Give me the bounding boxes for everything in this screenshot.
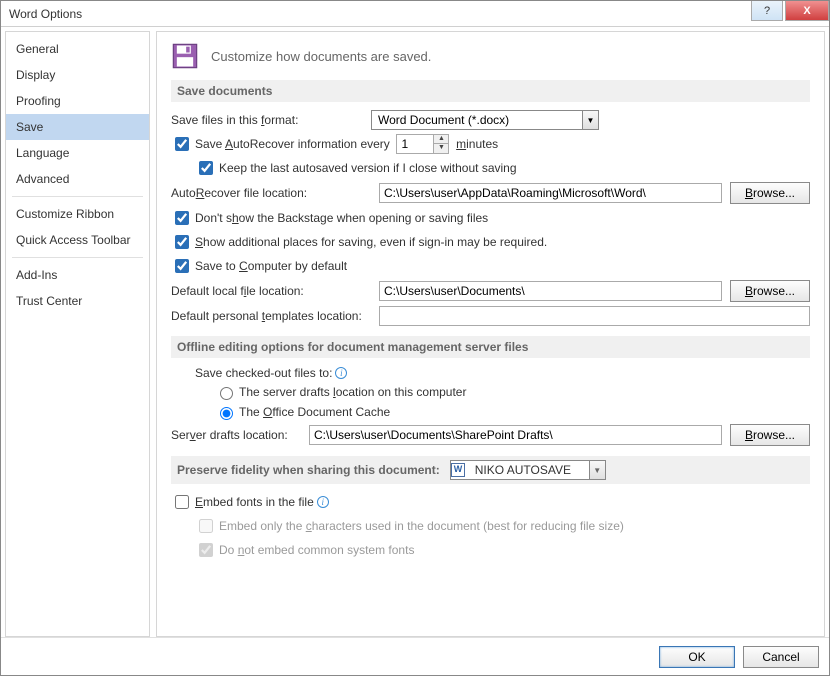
minutes-label: minutes <box>456 137 498 151</box>
show-additional-checkbox[interactable] <box>175 235 189 249</box>
server-drafts-location-label: Server drafts location: <box>171 428 301 442</box>
row-autorecover-location: AutoRecover file location: Browse... <box>171 182 810 204</box>
save-icon <box>171 42 199 70</box>
autorecover-minutes-spinner[interactable]: ▲ ▼ <box>396 134 449 154</box>
header-description: Customize how documents are saved. <box>211 49 431 64</box>
preserve-doc-combo[interactable]: NIKO AUTOSAVE ▼ <box>450 460 606 480</box>
autorecover-checkbox[interactable] <box>175 137 189 151</box>
embed-only-checkbox <box>199 519 213 533</box>
sidebar-item-proofing[interactable]: Proofing <box>6 88 149 114</box>
dont-show-backstage-label: Don't show the Backstage when opening or… <box>195 211 488 225</box>
no-embed-common-label: Do not embed common system fonts <box>219 543 414 557</box>
sidebar: General Display Proofing Save Language A… <box>5 31 150 637</box>
save-computer-checkbox[interactable] <box>175 259 189 273</box>
save-format-combo[interactable]: Word Document (*.docx) ▼ <box>371 110 599 130</box>
sidebar-item-qat[interactable]: Quick Access Toolbar <box>6 227 149 253</box>
server-drafts-radio[interactable] <box>220 387 233 400</box>
default-local-input[interactable] <box>379 281 722 301</box>
autorecover-minutes-input[interactable] <box>396 134 434 154</box>
save-format-label: Save files in this format: <box>171 113 371 127</box>
row-default-local: Default local file location: Browse... <box>171 280 810 302</box>
row-embed-fonts: Embed fonts in the file i <box>171 492 810 512</box>
sidebar-item-display[interactable]: Display <box>6 62 149 88</box>
chevron-down-icon: ▼ <box>582 111 598 129</box>
header: Customize how documents are saved. <box>171 42 810 70</box>
section-preserve: Preserve fidelity when sharing this docu… <box>171 456 810 484</box>
sidebar-separator <box>12 196 143 197</box>
sidebar-item-trust-center[interactable]: Trust Center <box>6 288 149 314</box>
default-local-browse-button[interactable]: Browse... <box>730 280 810 302</box>
embed-fonts-label: Embed fonts in the file <box>195 495 314 509</box>
row-autorecover: Save AutoRecover information every ▲ ▼ m… <box>171 134 810 154</box>
office-cache-radio[interactable] <box>220 407 233 420</box>
row-save-computer: Save to Computer by default <box>171 256 810 276</box>
cancel-button[interactable]: Cancel <box>743 646 819 668</box>
titlebar: Word Options ? X <box>1 1 829 27</box>
window: Word Options ? X General Display Proofin… <box>0 0 830 676</box>
keep-last-label: Keep the last autosaved version if I clo… <box>219 161 517 175</box>
footer: OK Cancel <box>1 637 829 675</box>
server-drafts-label: The server drafts location on this compu… <box>239 385 466 399</box>
help-button[interactable]: ? <box>751 1 783 21</box>
sidebar-item-save[interactable]: Save <box>6 114 149 140</box>
spinner-down-icon[interactable]: ▼ <box>434 144 448 153</box>
row-default-templates: Default personal templates location: <box>171 306 810 326</box>
row-radio-server-drafts: The server drafts location on this compu… <box>215 384 810 400</box>
keep-last-checkbox[interactable] <box>199 161 213 175</box>
section-offline: Offline editing options for document man… <box>171 336 810 358</box>
preserve-doc-value: NIKO AUTOSAVE <box>469 463 589 477</box>
default-templates-input[interactable] <box>379 306 810 326</box>
autorecover-browse-button[interactable]: Browse... <box>730 182 810 204</box>
sidebar-item-advanced[interactable]: Advanced <box>6 166 149 192</box>
window-title: Word Options <box>9 7 82 21</box>
spinner-up-icon[interactable]: ▲ <box>434 135 448 144</box>
preserve-title: Preserve fidelity when sharing this docu… <box>177 463 440 477</box>
close-button[interactable]: X <box>785 1 829 21</box>
show-additional-label: Show additional places for saving, even … <box>195 235 547 249</box>
autorecover-location-input[interactable] <box>379 183 722 203</box>
autorecover-label: Save AutoRecover information every <box>195 137 390 151</box>
sidebar-item-addins[interactable]: Add-Ins <box>6 262 149 288</box>
row-embed-only: Embed only the characters used in the do… <box>195 516 810 536</box>
row-show-additional: Show additional places for saving, even … <box>171 232 810 252</box>
sidebar-item-general[interactable]: General <box>6 36 149 62</box>
sidebar-item-customize-ribbon[interactable]: Customize Ribbon <box>6 201 149 227</box>
save-computer-label: Save to Computer by default <box>195 259 347 273</box>
window-buttons: ? X <box>749 1 829 26</box>
chevron-down-icon: ▼ <box>589 461 605 479</box>
spinner-arrows: ▲ ▼ <box>434 134 449 154</box>
row-save-format: Save files in this format: Word Document… <box>171 110 810 130</box>
default-templates-label: Default personal templates location: <box>171 309 371 323</box>
row-checked-out: Save checked-out files to: i <box>195 366 810 380</box>
section-save-documents: Save documents <box>171 80 810 102</box>
sidebar-item-language[interactable]: Language <box>6 140 149 166</box>
embed-only-label: Embed only the characters used in the do… <box>219 519 624 533</box>
no-embed-common-checkbox <box>199 543 213 557</box>
autorecover-location-label: AutoRecover file location: <box>171 186 371 200</box>
sidebar-separator <box>12 257 143 258</box>
embed-fonts-checkbox[interactable] <box>175 495 189 509</box>
row-keep-last: Keep the last autosaved version if I clo… <box>195 158 810 178</box>
info-icon[interactable]: i <box>317 496 329 508</box>
ok-button[interactable]: OK <box>659 646 735 668</box>
checked-out-label: Save checked-out files to: <box>195 366 332 380</box>
save-format-value: Word Document (*.docx) <box>372 113 582 127</box>
row-radio-office-cache: The Office Document Cache <box>215 404 810 420</box>
word-doc-icon <box>451 463 465 477</box>
office-cache-label: The Office Document Cache <box>239 405 390 419</box>
server-drafts-browse-button[interactable]: Browse... <box>730 424 810 446</box>
row-no-embed-common: Do not embed common system fonts <box>195 540 810 560</box>
default-local-label: Default local file location: <box>171 284 371 298</box>
info-icon[interactable]: i <box>335 367 347 379</box>
content: Customize how documents are saved. Save … <box>156 31 825 637</box>
row-server-drafts-location: Server drafts location: Browse... <box>171 424 810 446</box>
body: General Display Proofing Save Language A… <box>1 27 829 637</box>
server-drafts-location-input[interactable] <box>309 425 722 445</box>
row-dont-show-backstage: Don't show the Backstage when opening or… <box>171 208 810 228</box>
dont-show-backstage-checkbox[interactable] <box>175 211 189 225</box>
